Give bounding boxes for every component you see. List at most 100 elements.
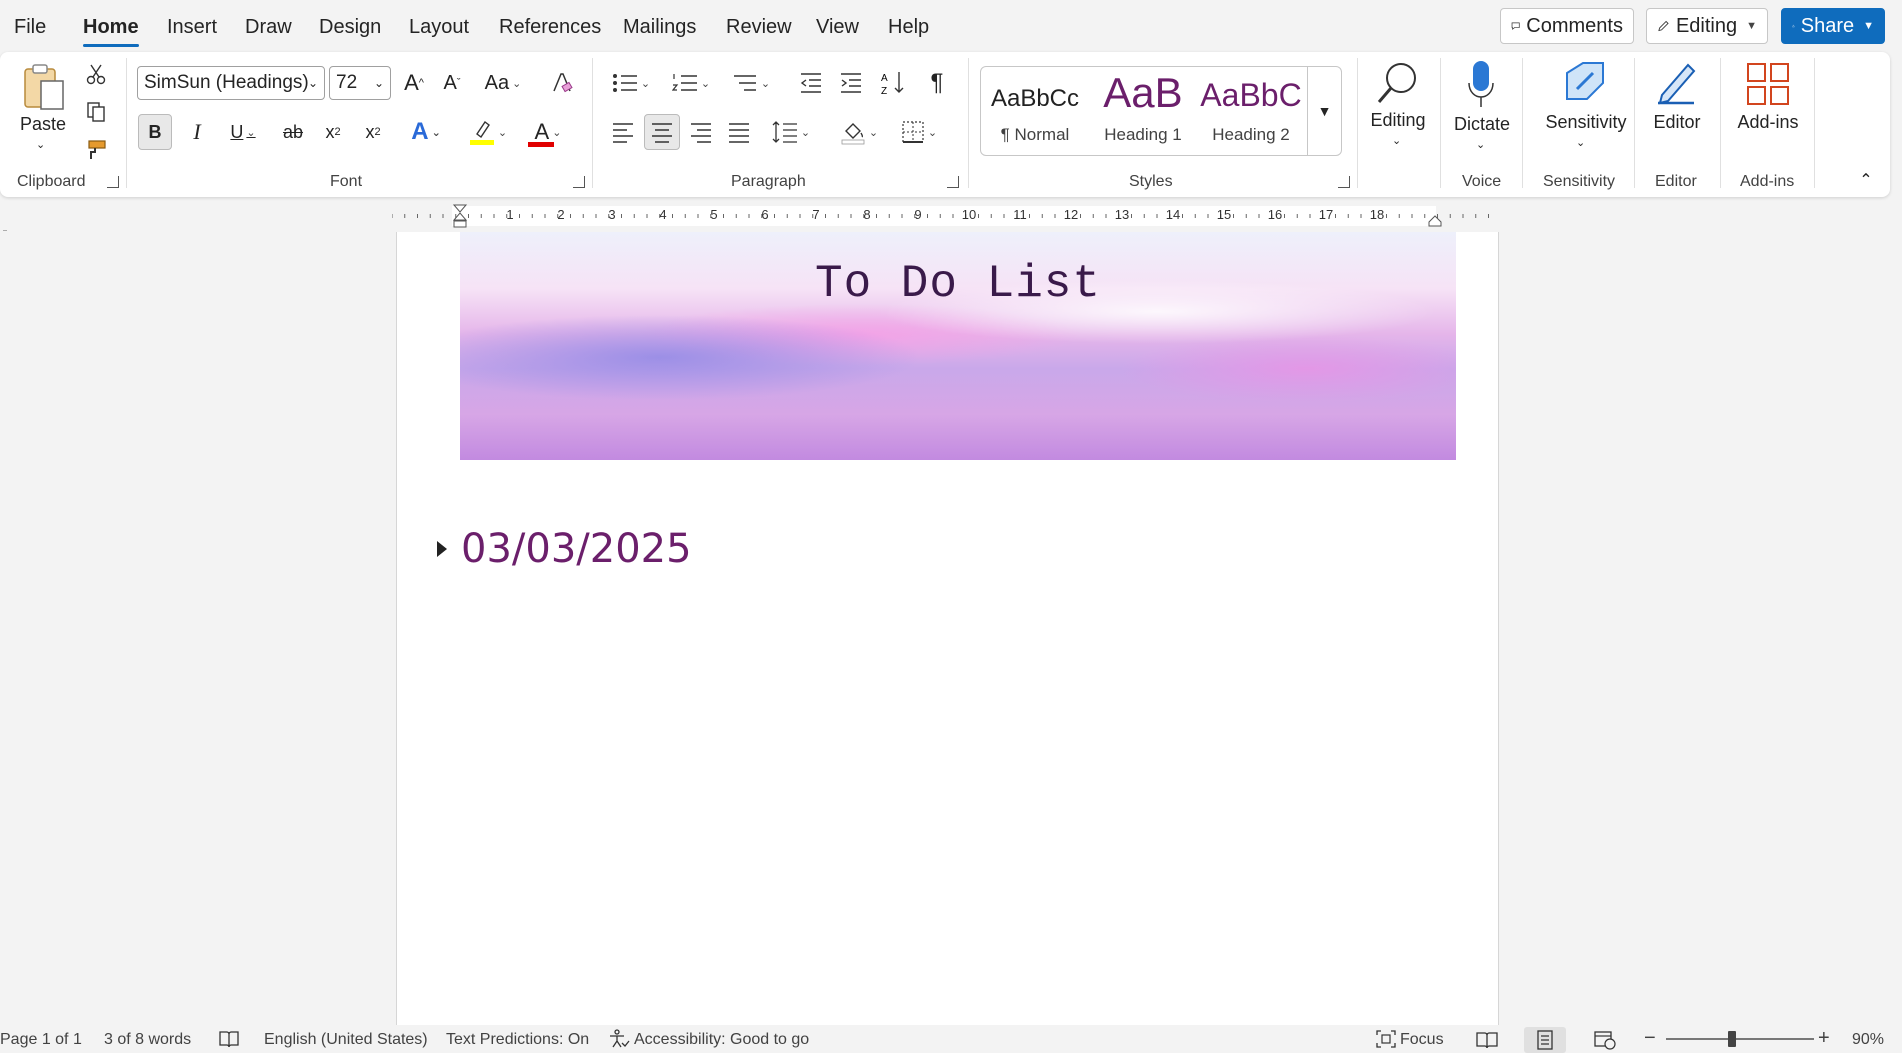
align-left-icon[interactable] [606,114,640,150]
line-spacing-button[interactable]: ⌄ [766,114,816,150]
decrease-indent-icon[interactable] [794,66,828,100]
show-formatting-marks-icon[interactable]: ¶ [920,66,954,100]
editing-mode-button[interactable]: Editing ▼ [1646,8,1768,44]
word-count[interactable]: 3 of 8 words [104,1031,191,1049]
collapse-ribbon-icon[interactable]: ⌃ [1854,170,1878,190]
document-page[interactable]: To Do List 03/03/2025 [396,232,1499,1025]
font-color-button[interactable]: A ⌄ [522,114,574,150]
zoom-out-icon[interactable]: − [1644,1027,1656,1050]
dictate-button[interactable] [1466,58,1496,110]
chevron-down-icon[interactable]: ⌄ [1576,136,1585,149]
zoom-level[interactable]: 90% [1852,1031,1884,1049]
styles-more-button[interactable]: ▼ [1307,67,1341,155]
document-heading[interactable]: 03/03/2025 [461,526,692,572]
justify-icon[interactable] [722,114,756,150]
borders-button[interactable]: ⌄ [894,114,944,150]
tab-review[interactable]: Review [726,16,792,39]
style-normal[interactable]: AaBbCc ¶ Normal [981,67,1089,155]
cut-icon[interactable] [82,60,110,88]
tab-mailings[interactable]: Mailings [623,16,696,39]
text-predictions-status[interactable]: Text Predictions: On [446,1031,589,1049]
text-effects-button[interactable]: A⌄ [402,114,450,150]
indent-marker-icon[interactable] [452,204,468,234]
chevron-down-icon[interactable]: ⌄ [1476,138,1485,151]
right-indent-marker-icon[interactable] [1427,214,1443,228]
font-launcher-icon[interactable] [573,176,585,188]
bold-button[interactable]: B [138,114,172,150]
chevron-down-icon: ⌄ [374,76,384,90]
numbering-button[interactable]: ⌄ [666,66,716,100]
increase-indent-icon[interactable] [834,66,868,100]
sensitivity-button[interactable] [1562,58,1608,106]
align-center-icon[interactable] [644,114,680,150]
underline-button[interactable]: U⌄ [218,114,268,150]
tab-layout[interactable]: Layout [409,16,469,39]
editor-label: Editor [1646,112,1708,133]
paste-button[interactable] [16,60,72,116]
zoom-slider-track[interactable] [1666,1038,1814,1040]
grow-font-icon[interactable]: A^ [398,66,430,100]
zoom-in-icon[interactable]: + [1818,1027,1830,1050]
chevron-down-icon: ⌄ [552,126,561,139]
tab-design[interactable]: Design [319,16,381,39]
horizontal-ruler[interactable]: 1 2 3 4 5 6 7 8 9 10 11 12 13 14 15 16 1… [392,204,1500,230]
italic-button[interactable]: I [180,114,214,150]
editor-button[interactable] [1654,58,1700,108]
superscript-button[interactable]: x2 [356,114,390,150]
style-heading-1[interactable]: AaB Heading 1 [1089,67,1197,155]
change-case-button[interactable]: Aa⌄ [478,66,528,100]
comments-button[interactable]: Comments [1500,8,1634,44]
highlight-button[interactable]: ⌄ [462,114,514,150]
share-button[interactable]: Share ▼ [1781,8,1885,44]
align-right-icon[interactable] [684,114,718,150]
tab-draw[interactable]: Draw [245,16,292,39]
print-layout-button[interactable] [1524,1027,1566,1053]
sort-icon[interactable]: AZ [876,66,910,100]
format-painter-icon[interactable] [82,136,110,164]
font-size-combo[interactable]: 72 ⌄ [329,66,391,100]
page-count[interactable]: Page 1 of 1 [0,1031,82,1049]
header-banner-image: To Do List [460,232,1456,460]
document-title[interactable]: To Do List [460,258,1456,310]
collapse-heading-icon[interactable] [437,541,447,557]
web-layout-button[interactable] [1584,1027,1626,1053]
ruler-tick-label: 11 [1013,207,1027,222]
ruler-tick-label: 8 [863,207,870,222]
tab-view[interactable]: View [816,16,859,39]
accessibility-status[interactable]: Accessibility: Good to go [634,1031,809,1049]
web-layout-icon [1594,1030,1616,1050]
style-heading-1-sample: AaB [1089,69,1197,117]
paste-dropdown-icon[interactable]: ⌄ [36,138,45,151]
bullet-list-icon [612,72,638,94]
add-ins-button[interactable] [1744,60,1792,108]
zoom-slider-thumb[interactable] [1728,1031,1736,1047]
chevron-down-icon[interactable]: ⌄ [1392,134,1401,147]
tab-references[interactable]: References [499,16,601,39]
dictate-label: Dictate [1452,114,1512,135]
bullets-button[interactable]: ⌄ [606,66,656,100]
clipboard-launcher-icon[interactable] [107,176,119,188]
read-mode-button[interactable] [1466,1027,1508,1053]
paragraph-launcher-icon[interactable] [947,176,959,188]
copy-icon[interactable] [82,98,110,126]
tab-help[interactable]: Help [888,16,929,39]
language-status[interactable]: English (United States) [264,1031,428,1049]
font-name-combo[interactable]: SimSun (Headings) ⌄ [137,66,325,100]
proofing-book-icon[interactable] [218,1029,240,1049]
editing-button[interactable] [1370,58,1426,108]
style-heading-2[interactable]: AaBbC Heading 2 [1197,67,1305,155]
styles-launcher-icon[interactable] [1338,176,1350,188]
tab-file[interactable]: File [14,16,46,39]
ruler-tick-label: 18 [1370,207,1384,222]
subscript-button[interactable]: x2 [316,114,350,150]
strikethrough-button[interactable]: ab [276,114,310,150]
clear-formatting-icon[interactable] [546,66,578,100]
sensitivity-label: Sensitivity [1538,112,1634,133]
focus-button[interactable]: Focus [1400,1031,1444,1049]
multilevel-list-button[interactable]: ⌄ [726,66,776,100]
tab-home[interactable]: Home [83,16,139,39]
ruler-tick-label: 7 [812,207,819,222]
tab-insert[interactable]: Insert [167,16,217,39]
shading-button[interactable]: ⌄ [834,114,884,150]
shrink-font-icon[interactable]: Aˇ [436,66,468,100]
